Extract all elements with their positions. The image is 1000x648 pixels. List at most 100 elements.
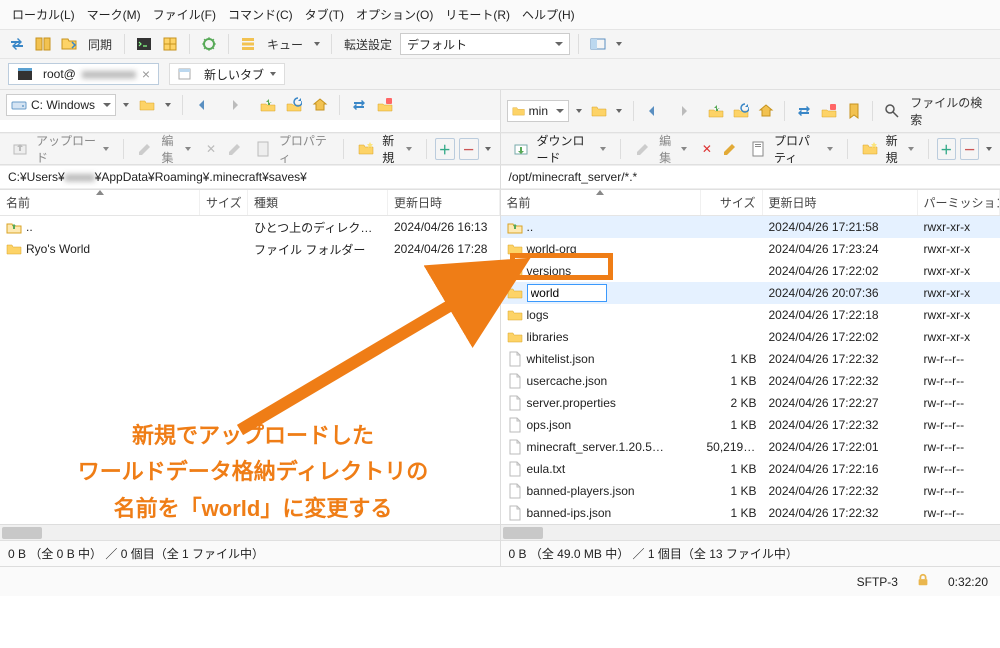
right-col-name[interactable]: 名前 <box>501 190 701 215</box>
sync-settings-icon[interactable] <box>198 33 220 55</box>
menu-local[interactable]: ローカル(L) <box>8 4 79 25</box>
list-item[interactable]: 2024/04/26 20:07:36rwxr-xr-x <box>501 282 1000 304</box>
sync-label[interactable]: 同期 <box>84 36 116 53</box>
list-item[interactable]: banned-ips.json1 KB2024/04/26 17:22:32rw… <box>501 502 1000 524</box>
session-tabs: root@ xxxxxxxxx × 新しいタブ <box>0 58 1000 89</box>
left-col-kind[interactable]: 種類 <box>248 190 388 215</box>
menu-tab[interactable]: タブ(T) <box>301 4 348 25</box>
right-sync-dirs-icon[interactable] <box>793 100 814 122</box>
toggle-layout-icon[interactable] <box>587 33 609 55</box>
left-list[interactable]: ..ひとつ上のディレクトリ2024/04/26 16:13Ryo's World… <box>0 216 500 524</box>
menu-remote[interactable]: リモート(R) <box>441 4 514 25</box>
right-edit-button[interactable]: 編集 <box>629 138 693 160</box>
left-edit-button[interactable]: 編集 <box>131 138 197 160</box>
queue-dropdown[interactable] <box>311 33 323 55</box>
list-item[interactable]: versions2024/04/26 17:22:02rwxr-xr-x <box>501 260 1000 282</box>
left-properties-button[interactable]: プロパティ <box>249 138 335 160</box>
download-button[interactable]: ダウンロード <box>507 138 613 160</box>
left-hscroll[interactable] <box>0 524 500 540</box>
menu-help[interactable]: ヘルプ(H) <box>518 4 579 25</box>
rename-input[interactable] <box>527 284 607 302</box>
left-edit2-icon[interactable] <box>225 138 245 160</box>
right-plus-icon[interactable]: ＋ <box>937 138 956 160</box>
list-item[interactable]: libraries2024/04/26 17:22:02rwxr-xr-x <box>501 326 1000 348</box>
left-sync-dirs-icon[interactable] <box>348 94 370 116</box>
right-hscroll[interactable] <box>501 524 1000 540</box>
right-selection-dropdown[interactable] <box>983 138 994 160</box>
right-open-folder-dropdown[interactable] <box>613 100 624 122</box>
right-edit2-icon[interactable] <box>721 138 740 160</box>
upload-button[interactable]: アップロード <box>6 138 115 160</box>
right-delete-icon[interactable]: ✕ <box>697 138 716 160</box>
left-drive-combo[interactable]: C: Windows <box>6 94 116 116</box>
list-item[interactable]: world-org2024/04/26 17:23:24rwxr-xr-x <box>501 238 1000 260</box>
list-item[interactable]: ..2024/04/26 17:21:58rwxr-xr-x <box>501 216 1000 238</box>
list-item[interactable]: whitelist.json1 KB2024/04/26 17:22:32rw-… <box>501 348 1000 370</box>
menu-command[interactable]: コマンド(C) <box>224 4 297 25</box>
session-tab-close-icon[interactable]: × <box>142 67 150 81</box>
left-col-size[interactable]: サイズ <box>200 190 248 215</box>
explorer-icon[interactable] <box>159 33 181 55</box>
list-item[interactable]: eula.txt1 KB2024/04/26 17:22:16rw-r--r-- <box>501 458 1000 480</box>
session-tab-active[interactable]: root@ xxxxxxxxx × <box>8 63 159 85</box>
search-icon[interactable] <box>881 100 902 122</box>
list-item[interactable]: usercache.json1 KB2024/04/26 17:22:32rw-… <box>501 370 1000 392</box>
right-drive-history[interactable] <box>573 100 584 122</box>
right-col-updated[interactable]: 更新日時 <box>763 190 918 215</box>
right-properties-button[interactable]: プロパティ <box>744 138 839 160</box>
left-up-icon[interactable] <box>257 94 279 116</box>
left-filter-icon[interactable] <box>374 94 396 116</box>
right-minus-icon[interactable]: － <box>960 138 979 160</box>
list-item[interactable]: ..ひとつ上のディレクトリ2024/04/26 16:13 <box>0 216 500 238</box>
layout-dropdown[interactable] <box>613 33 625 55</box>
left-home-icon[interactable] <box>309 94 331 116</box>
right-filter-icon[interactable] <box>818 100 839 122</box>
right-list[interactable]: ..2024/04/26 17:21:58rwxr-xr-xworld-org2… <box>501 216 1000 524</box>
panels-path: C:¥Users¥xxxxx¥AppData¥Roaming¥.minecraf… <box>0 164 1000 189</box>
right-forward-icon[interactable] <box>674 100 695 122</box>
transfer-preset-dropdown[interactable]: デフォルト <box>400 33 570 55</box>
right-open-folder-icon[interactable] <box>589 100 610 122</box>
menu-mark[interactable]: マーク(M) <box>83 4 145 25</box>
left-col-updated[interactable]: 更新日時 <box>388 190 500 215</box>
left-drive-history[interactable] <box>120 94 132 116</box>
left-refresh-icon[interactable] <box>283 94 305 116</box>
list-item[interactable]: minecraft_server.1.20.5…50,219 KB2024/04… <box>501 436 1000 458</box>
right-path[interactable]: /opt/minecraft_server/*.* <box>501 165 1000 189</box>
right-back-icon[interactable] <box>642 100 663 122</box>
left-open-folder-icon[interactable] <box>136 94 158 116</box>
left-forward-icon[interactable] <box>224 94 246 116</box>
left-delete-icon[interactable]: ✕ <box>201 138 221 160</box>
sync-direction-icon[interactable] <box>6 33 28 55</box>
right-up-icon[interactable] <box>706 100 727 122</box>
console-icon[interactable] <box>133 33 155 55</box>
queue-icon[interactable] <box>237 33 259 55</box>
session-new-tab[interactable]: 新しいタブ <box>169 63 285 85</box>
list-item[interactable]: logs2024/04/26 17:22:18rwxr-xr-x <box>501 304 1000 326</box>
right-bookmark-icon[interactable] <box>843 100 864 122</box>
list-item[interactable]: ops.json1 KB2024/04/26 17:22:32rw-r--r-- <box>501 414 1000 436</box>
list-item[interactable]: Ryo's Worldファイル フォルダー2024/04/26 17:28 <box>0 238 500 260</box>
menu-file[interactable]: ファイル(F) <box>149 4 220 25</box>
left-back-icon[interactable] <box>191 94 213 116</box>
left-new-button[interactable]: 新規 <box>352 138 418 160</box>
right-new-button[interactable]: 新規 <box>856 138 920 160</box>
left-open-folder-dropdown[interactable] <box>162 94 174 116</box>
left-col-name[interactable]: 名前 <box>0 190 200 215</box>
compare-icon[interactable] <box>32 33 54 55</box>
right-col-perm[interactable]: パーミッション <box>918 190 1000 215</box>
right-home-icon[interactable] <box>755 100 776 122</box>
left-path[interactable]: C:¥Users¥xxxxx¥AppData¥Roaming¥.minecraf… <box>0 165 500 189</box>
right-refresh-icon[interactable] <box>731 100 752 122</box>
right-col-size[interactable]: サイズ <box>701 190 763 215</box>
menu-option[interactable]: オプション(O) <box>352 4 437 25</box>
list-item[interactable]: server.properties2 KB2024/04/26 17:22:27… <box>501 392 1000 414</box>
left-plus-icon[interactable]: ＋ <box>435 138 455 160</box>
search-label[interactable]: ファイルの検索 <box>906 94 994 128</box>
left-minus-icon[interactable]: － <box>459 138 479 160</box>
right-drive-combo[interactable]: min <box>507 100 570 122</box>
left-selection-dropdown[interactable] <box>483 138 494 160</box>
list-item[interactable]: banned-players.json1 KB2024/04/26 17:22:… <box>501 480 1000 502</box>
sync-browse-icon[interactable] <box>58 33 80 55</box>
queue-label[interactable]: キュー <box>263 36 307 53</box>
